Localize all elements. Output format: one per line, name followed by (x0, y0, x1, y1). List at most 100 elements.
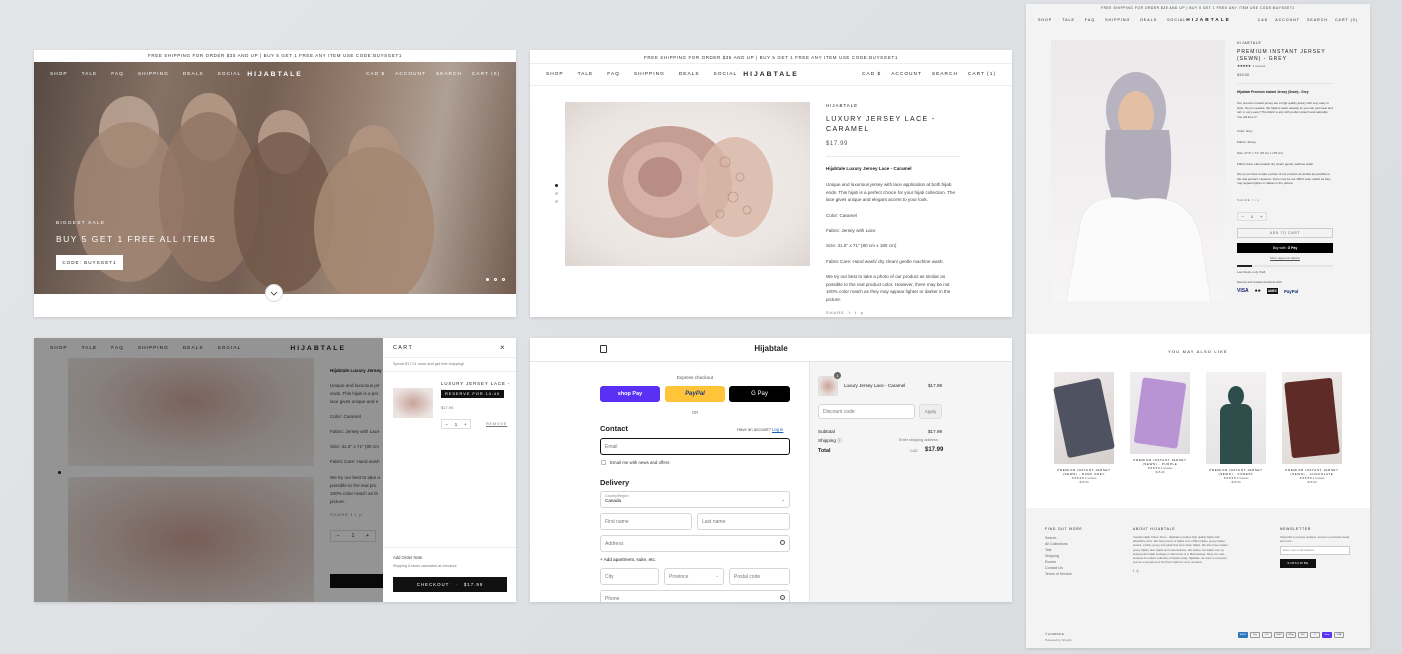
twitter-icon[interactable]: t (855, 310, 857, 315)
nav-search[interactable]: SEARCH (436, 72, 462, 77)
nav-currency[interactable]: CAD (1258, 18, 1269, 22)
cart-qty-stepper[interactable]: − 1 + (441, 419, 471, 429)
nav-search[interactable]: SEARCH (1307, 18, 1328, 22)
related-product-card[interactable]: PREMIUM INSTANT JERSEY (SEWN) - FOREST ★… (1206, 372, 1266, 484)
footer-powered[interactable]: Powered by Shopify (1045, 638, 1072, 642)
related-product-card[interactable]: PREMIUM INSTANT JERSEY (SEWN) - DARK GRE… (1053, 372, 1115, 484)
news-checkbox[interactable] (601, 460, 606, 465)
model-body (1220, 404, 1252, 464)
last-name-field[interactable]: Last name (697, 513, 790, 530)
related-product-image[interactable] (1053, 372, 1115, 464)
minus-icon[interactable]: − (1242, 214, 1244, 219)
related-product-image[interactable] (1282, 372, 1342, 464)
nav-search[interactable]: SEARCH (932, 72, 958, 77)
checkout-brand[interactable]: Hijabtale (530, 344, 1012, 353)
brand-logo[interactable]: HIJABTALE (743, 71, 799, 78)
log-in-link[interactable]: Log in (772, 427, 783, 432)
related-product-image[interactable] (1206, 372, 1266, 464)
province-select[interactable]: Province ⌄ (664, 568, 724, 585)
email-field[interactable]: Email (600, 438, 790, 455)
product-gallery-dots[interactable] (555, 184, 558, 203)
close-icon[interactable]: × (500, 343, 505, 352)
cart-item-image[interactable] (393, 388, 433, 418)
nav-social[interactable]: SOCIAL (714, 72, 738, 77)
nav-account[interactable]: ACCOUNT (1275, 18, 1300, 22)
hero-code-button[interactable]: CODE: BUYSGET1 (56, 255, 123, 270)
slideshow-dots[interactable] (486, 278, 505, 281)
p3-buy-with-gpay-button[interactable]: Buy with G Pay (1237, 243, 1333, 253)
nav-cart[interactable]: CART (1) (968, 72, 996, 77)
pinterest-icon[interactable]: p (861, 310, 864, 315)
scroll-down-button[interactable] (265, 284, 283, 302)
facebook-icon[interactable]: f (849, 310, 851, 315)
minus-icon[interactable]: − (445, 422, 448, 427)
postal-code-field[interactable]: Postal code (729, 568, 790, 585)
related-product-card[interactable]: PREMIUM INSTANT JERSEY (SEWN) - CHOCOLAT… (1282, 372, 1342, 484)
nav-currency[interactable]: CAD $ (862, 72, 881, 77)
nav-deals[interactable]: DEALS (1140, 18, 1157, 22)
slide-dot-active[interactable] (486, 278, 489, 281)
first-name-field[interactable]: First name (600, 513, 692, 530)
p3-more-options[interactable]: More payment options (1237, 256, 1333, 260)
nav-deals[interactable]: DEALS (679, 72, 700, 77)
checkout-button[interactable]: CHECKOUT · $17.99 (393, 577, 507, 592)
hero-image: BIGGEST SALE BUY 5 GET 1 FREE ALL ITEMS … (34, 62, 516, 294)
nav-currency[interactable]: CAD $ (366, 72, 385, 77)
footer-link[interactable]: Terms of Service (1045, 571, 1115, 577)
remove-link[interactable]: REMOVE (486, 422, 507, 426)
gallery-dot[interactable] (555, 200, 558, 203)
instagram-icon[interactable]: ◎ (1136, 569, 1139, 573)
p3-add-to-cart-button[interactable]: ADD TO CART (1237, 228, 1333, 238)
brand-logo[interactable]: HIJABTALE (247, 71, 303, 78)
product-image[interactable] (1051, 40, 1225, 302)
nav-account[interactable]: ACCOUNT (395, 72, 426, 77)
nav-faq[interactable]: FAQ (607, 72, 620, 77)
nav-tale[interactable]: TALE (1062, 18, 1075, 22)
nav-faq[interactable]: FAQ (111, 72, 124, 77)
nav-tale[interactable]: TALE (578, 72, 594, 77)
nav-shipping[interactable]: SHIPPING (1105, 18, 1130, 22)
nav-cart[interactable]: CART (0) (472, 72, 500, 77)
p3-low-stock: Low Stock, only 3 left (1237, 270, 1266, 274)
nav-social[interactable]: SOCIAL (1167, 18, 1186, 22)
add-apartment-link[interactable]: + Add apartment, suite, etc. (600, 557, 656, 562)
product-image[interactable] (565, 102, 810, 266)
gallery-dot-active[interactable] (555, 184, 558, 187)
nav-shop[interactable]: SHOP (50, 72, 68, 77)
nav-shop[interactable]: SHOP (546, 72, 564, 77)
apply-button[interactable]: Apply (919, 404, 942, 419)
nav-tale[interactable]: TALE (82, 72, 98, 77)
discount-code-field[interactable]: Discount code (818, 404, 915, 419)
city-field[interactable]: City (600, 568, 659, 585)
nav-shipping[interactable]: SHIPPING (138, 72, 169, 77)
gpay-button[interactable]: G Pay (729, 386, 790, 402)
nav-deals[interactable]: DEALS (183, 72, 204, 77)
nav-shipping[interactable]: SHIPPING (634, 72, 665, 77)
plus-icon[interactable]: + (464, 422, 467, 427)
slide-dot[interactable] (494, 278, 497, 281)
nav-shop[interactable]: SHOP (1038, 18, 1052, 22)
news-opt-label[interactable]: Email me with news and offers (610, 460, 669, 465)
footer-email-input[interactable]: Enter your email address (1280, 546, 1350, 556)
p3-reviews[interactable]: 4 reviews (1253, 64, 1266, 68)
address-field[interactable]: Address (600, 535, 790, 552)
drawer-overlay[interactable] (34, 338, 383, 602)
add-order-note[interactable]: Add Order Note (393, 555, 422, 560)
slide-dot[interactable] (502, 278, 505, 281)
p3-qty-stepper[interactable]: − 1 + (1237, 212, 1267, 221)
brand-logo[interactable]: HIJABTALE (1186, 18, 1231, 23)
plus-icon[interactable]: + (1260, 214, 1262, 219)
related-product-image[interactable] (1130, 372, 1190, 454)
footer-subscribe-button[interactable]: SUBSCRIBE (1280, 559, 1316, 569)
gallery-dot[interactable] (555, 192, 558, 195)
nav-cart[interactable]: CART (0) (1335, 18, 1358, 22)
country-select[interactable]: Country/Region Canada ⌄ (600, 491, 790, 508)
nav-faq[interactable]: FAQ (1085, 18, 1095, 22)
nav-account[interactable]: ACCOUNT (891, 72, 922, 77)
related-product-card[interactable]: PREMIUM INSTANT JERSEY (SEWN) - PURPLE ★… (1130, 372, 1190, 484)
shop-pay-button[interactable]: shop Pay (600, 386, 660, 402)
phone-field[interactable]: Phone ? (600, 590, 790, 602)
paypal-button[interactable]: PayPal (665, 386, 725, 402)
nav-social[interactable]: SOCIAL (218, 72, 242, 77)
facebook-icon[interactable]: f (1133, 569, 1134, 573)
